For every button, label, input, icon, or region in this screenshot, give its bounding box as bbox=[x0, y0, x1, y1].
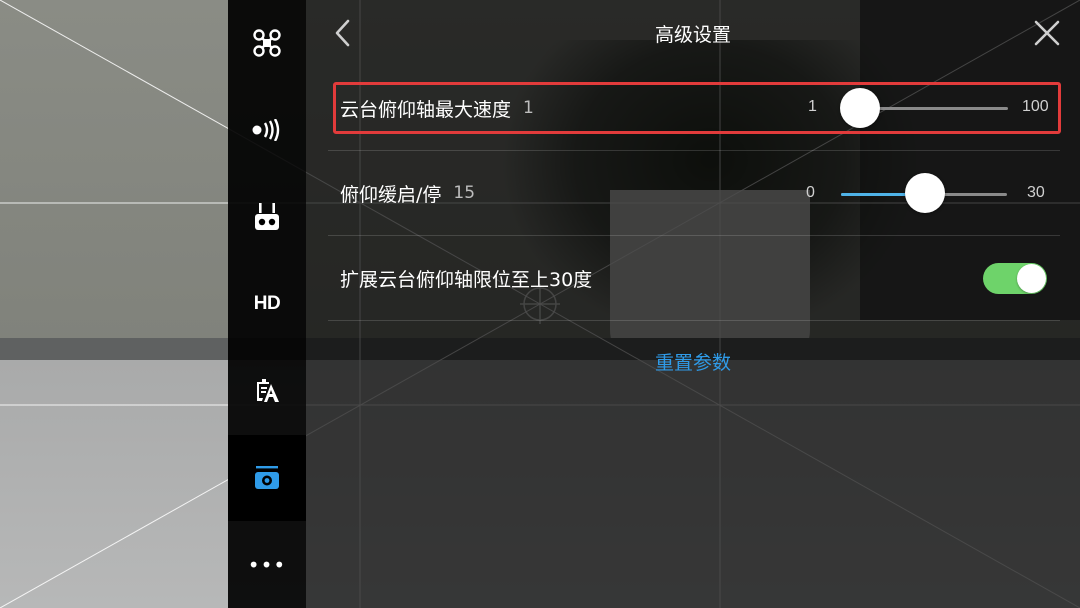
sidebar-item-aircraft[interactable] bbox=[228, 0, 306, 86]
pitch-max-speed-slider-track[interactable] bbox=[860, 107, 1008, 110]
slider-min-label: 1 bbox=[808, 98, 817, 115]
close-icon bbox=[1034, 20, 1060, 46]
sidebar-item-gimbal[interactable] bbox=[228, 435, 306, 521]
battery-icon bbox=[257, 379, 279, 402]
extend-pitch-limit-label: 扩展云台俯仰轴限位至上30度 bbox=[340, 268, 593, 291]
page-title: 高级设置 bbox=[654, 24, 731, 46]
close-button[interactable] bbox=[1032, 16, 1062, 50]
pitch-max-speed-slider-thumb[interactable] bbox=[840, 88, 880, 128]
pitch-max-speed-label: 云台俯仰轴最大速度 bbox=[340, 98, 512, 121]
drone-icon bbox=[253, 29, 281, 57]
setting-label: 俯仰缓启/停 15 bbox=[340, 151, 475, 235]
pitch-max-speed-value: 1 bbox=[523, 98, 534, 118]
signal-icon bbox=[252, 119, 280, 141]
setting-label: 扩展云台俯仰轴限位至上30度 bbox=[340, 236, 592, 320]
panel-header: 高级设置 bbox=[306, 0, 1080, 66]
remote-controller-icon bbox=[255, 203, 279, 230]
hd-label: HD bbox=[253, 293, 281, 314]
sidebar-item-remote-controller[interactable] bbox=[228, 174, 306, 260]
sidebar-item-more[interactable]: ••• bbox=[228, 522, 306, 608]
sidebar-item-hd[interactable]: HD bbox=[228, 261, 306, 347]
advanced-settings-panel: 高级设置 云台俯仰轴最大速度 1 1 100 俯仰缓启/停 15 0 30 扩展… bbox=[306, 0, 1080, 608]
toggle-knob bbox=[1017, 264, 1046, 293]
gimbal-icon bbox=[255, 466, 279, 489]
setting-label: 云台俯仰轴最大速度 1 bbox=[340, 66, 534, 150]
reset-parameters-button[interactable]: 重置参数 bbox=[306, 348, 1080, 375]
pitch-smoothing-value: 15 bbox=[453, 183, 476, 203]
setting-row-extend-pitch-limit: 扩展云台俯仰轴限位至上30度 bbox=[328, 236, 1060, 320]
sidebar-item-signal[interactable] bbox=[228, 87, 306, 173]
slider-min-label: 0 bbox=[806, 184, 815, 201]
pitch-smoothing-label: 俯仰缓启/停 bbox=[340, 183, 442, 206]
slider-max-label: 100 bbox=[1022, 98, 1049, 115]
pitch-smoothing-slider-thumb[interactable] bbox=[905, 173, 945, 213]
extend-pitch-limit-toggle[interactable] bbox=[983, 263, 1047, 294]
slider-max-label: 30 bbox=[1027, 184, 1045, 201]
settings-sidebar: HD ••• bbox=[228, 0, 306, 608]
more-icon: ••• bbox=[247, 553, 287, 577]
divider bbox=[328, 320, 1060, 321]
sidebar-item-battery[interactable] bbox=[228, 348, 306, 434]
